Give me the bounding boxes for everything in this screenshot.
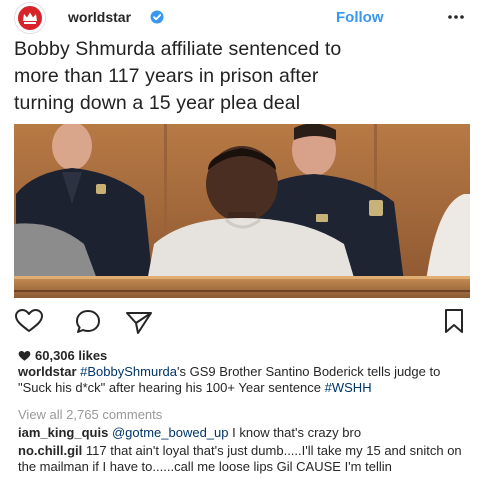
headline-line: turning down a 15 year plea deal xyxy=(14,92,301,114)
courtroom-photo xyxy=(14,124,470,298)
caption-username[interactable]: worldstar xyxy=(18,364,77,379)
comment-mention[interactable]: @gotme_bowed_up xyxy=(112,425,229,440)
heart-filled-icon xyxy=(18,351,31,361)
likes-text: 60,306 likes xyxy=(35,348,108,363)
avatar[interactable] xyxy=(14,2,46,34)
comment-text: 117 that ain't loyal that's just dumb...… xyxy=(18,443,462,474)
heart-outline-icon[interactable] xyxy=(14,308,44,334)
post-header: worldstar Follow xyxy=(0,0,480,36)
comment-item: no.chill.gil 117 that ain't loyal that's… xyxy=(18,443,468,475)
comment-bubble-icon[interactable] xyxy=(74,308,102,336)
comment-item: iam_king_quis @gotme_bowed_up I know tha… xyxy=(18,425,468,441)
worldstar-crown-logo xyxy=(18,6,42,30)
verified-badge-icon xyxy=(150,10,164,24)
comment-text: I know that's crazy bro xyxy=(232,425,362,440)
post-photo[interactable] xyxy=(14,124,470,298)
caption-hashtag[interactable]: #BobbyShmurda xyxy=(80,364,177,379)
action-bar xyxy=(0,300,480,340)
post-headline: Bobby Shmurda affiliate sentenced to mor… xyxy=(14,36,474,117)
bookmark-icon[interactable] xyxy=(443,308,465,334)
view-all-comments-link[interactable]: View all 2,765 comments xyxy=(18,407,162,422)
post-username[interactable]: worldstar xyxy=(68,9,131,25)
caption-hashtag[interactable]: #WSHH xyxy=(325,380,372,395)
comment-username[interactable]: no.chill.gil xyxy=(18,443,82,458)
more-options-icon[interactable] xyxy=(446,10,466,24)
paper-plane-icon[interactable] xyxy=(124,308,154,336)
post-caption: worldstar #BobbyShmurda's GS9 Brother Sa… xyxy=(18,364,468,396)
comment-username[interactable]: iam_king_quis xyxy=(18,425,108,440)
headline-line: more than 117 years in prison after xyxy=(14,65,319,87)
headline-line: Bobby Shmurda affiliate sentenced to xyxy=(14,38,342,60)
follow-button[interactable]: Follow xyxy=(336,9,384,26)
likes-count[interactable]: 60,306 likes xyxy=(18,348,107,363)
